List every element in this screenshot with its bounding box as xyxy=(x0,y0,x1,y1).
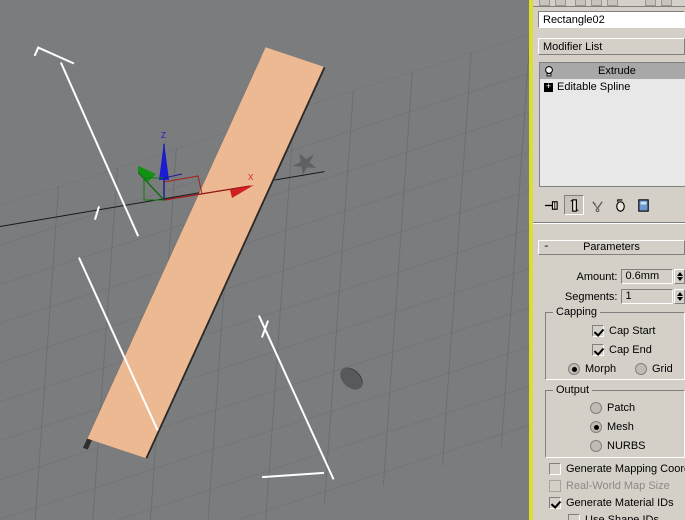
use-shape-ids-row[interactable]: Use Shape IDs xyxy=(568,512,659,520)
toolbar-icon[interactable] xyxy=(661,0,672,6)
use-shape-ids-checkbox[interactable] xyxy=(568,514,580,520)
real-world-map-size-row: Real-World Map Size xyxy=(549,478,670,493)
show-end-result-icon[interactable] xyxy=(564,195,584,215)
amount-spinner[interactable] xyxy=(674,269,685,284)
cap-start-label: Cap Start xyxy=(609,325,655,337)
pin-stack-icon[interactable] xyxy=(541,195,561,215)
object-name-input[interactable]: Rectangle02 xyxy=(538,11,685,28)
amount-input[interactable]: 0.6mm xyxy=(621,269,673,284)
lightbulb-icon[interactable] xyxy=(544,66,554,77)
scene-objects xyxy=(0,0,529,520)
generate-mapping-coords-row[interactable]: Generate Mapping Coord xyxy=(549,461,685,476)
modifier-stack-toolbar[interactable] xyxy=(537,194,685,216)
toolbar-icon[interactable] xyxy=(645,0,656,6)
mesh-radio[interactable] xyxy=(590,421,602,433)
selection-bracket xyxy=(258,315,334,480)
mesh-label: Mesh xyxy=(607,421,634,433)
transform-gizmo[interactable]: Z X xyxy=(138,128,268,208)
morph-label: Morph xyxy=(585,363,616,375)
modifier-stack-item-extrude[interactable]: Extrude xyxy=(540,63,685,79)
grid-label: Grid xyxy=(652,363,673,375)
parameters-rollout-header[interactable]: - Parameters xyxy=(538,240,685,255)
perspective-viewport[interactable]: Z X xyxy=(0,0,529,520)
rollout-title: Parameters xyxy=(583,241,640,253)
patch-label: Patch xyxy=(607,402,635,414)
grid-radio[interactable] xyxy=(635,363,647,375)
toolbar-icon[interactable] xyxy=(591,0,602,6)
real-world-map-size-label: Real-World Map Size xyxy=(566,480,670,492)
segments-row: Segments: 1 xyxy=(560,288,685,305)
capping-group-title: Capping xyxy=(553,306,600,318)
cap-start-checkbox[interactable] xyxy=(592,325,604,337)
modifier-stack-item-label: Extrude xyxy=(560,63,636,79)
cap-end-label: Cap End xyxy=(609,344,652,356)
spinner-down-arrow[interactable] xyxy=(677,277,683,281)
spinner-down-arrow[interactable] xyxy=(677,297,683,301)
nurbs-row[interactable]: NURBS xyxy=(590,438,646,453)
modifier-list-dropdown[interactable]: Modifier List xyxy=(538,38,685,55)
panel-top-toolbar[interactable] xyxy=(533,0,685,7)
use-shape-ids-label: Use Shape IDs xyxy=(585,514,659,520)
generate-material-ids-row[interactable]: Generate Material IDs xyxy=(549,495,674,510)
generate-material-ids-checkbox[interactable] xyxy=(549,497,561,509)
cap-end-row[interactable]: Cap End xyxy=(592,342,652,357)
patch-radio[interactable] xyxy=(590,402,602,414)
toolbar-icon[interactable] xyxy=(575,0,586,6)
application-window: Z X Rectangle02 Modifier List xyxy=(0,0,685,520)
toolbar-icon[interactable] xyxy=(539,0,550,6)
cap-end-checkbox[interactable] xyxy=(592,344,604,356)
plus-box-icon[interactable]: + xyxy=(544,83,553,92)
morph-row[interactable]: Morph xyxy=(568,361,616,376)
selection-bracket xyxy=(34,46,75,71)
nurbs-label: NURBS xyxy=(607,440,646,452)
output-group-title: Output xyxy=(553,384,592,396)
real-world-map-size-checkbox xyxy=(549,480,561,492)
spinner-up-arrow[interactable] xyxy=(677,292,683,296)
amount-row: Amount: 0.6mm xyxy=(560,268,685,285)
generate-mapping-coords-checkbox[interactable] xyxy=(549,463,561,475)
nurbs-radio[interactable] xyxy=(590,440,602,452)
oval-hole xyxy=(336,364,367,394)
grid-row[interactable]: Grid xyxy=(635,361,673,376)
segments-input[interactable]: 1 xyxy=(621,289,673,304)
selection-bracket xyxy=(262,472,324,478)
modifier-stack-item-editable-spline[interactable]: + Editable Spline xyxy=(540,79,685,95)
spinner-up-arrow[interactable] xyxy=(677,272,683,276)
extruded-rectangle-object[interactable] xyxy=(87,47,325,458)
generate-material-ids-label: Generate Material IDs xyxy=(566,497,674,509)
collapse-icon[interactable]: - xyxy=(543,241,550,254)
amount-label: Amount: xyxy=(560,271,617,283)
generate-mapping-coords-label: Generate Mapping Coord xyxy=(566,463,685,475)
gizmo-z-label: Z xyxy=(161,131,166,140)
gizmo-x-label: X xyxy=(248,173,254,182)
segments-label: Segments: xyxy=(560,291,617,303)
mesh-row[interactable]: Mesh xyxy=(590,419,634,434)
patch-row[interactable]: Patch xyxy=(590,400,635,415)
segments-spinner[interactable] xyxy=(674,289,685,304)
cap-start-row[interactable]: Cap Start xyxy=(592,323,655,338)
modifier-stack-item-label: Editable Spline xyxy=(557,79,630,95)
toolbar-icon[interactable] xyxy=(555,0,566,6)
selection-bracket xyxy=(60,62,139,236)
remove-modifier-icon[interactable] xyxy=(610,195,630,215)
toolbar-icon[interactable] xyxy=(607,0,618,6)
selection-bracket xyxy=(94,206,100,220)
panel-separator xyxy=(533,222,685,224)
make-unique-icon[interactable] xyxy=(587,195,607,215)
star-hole xyxy=(287,147,322,180)
morph-radio[interactable] xyxy=(568,363,580,375)
modifier-stack-list[interactable]: Extrude + Editable Spline xyxy=(539,62,685,187)
configure-modifier-sets-icon[interactable] xyxy=(633,195,653,215)
